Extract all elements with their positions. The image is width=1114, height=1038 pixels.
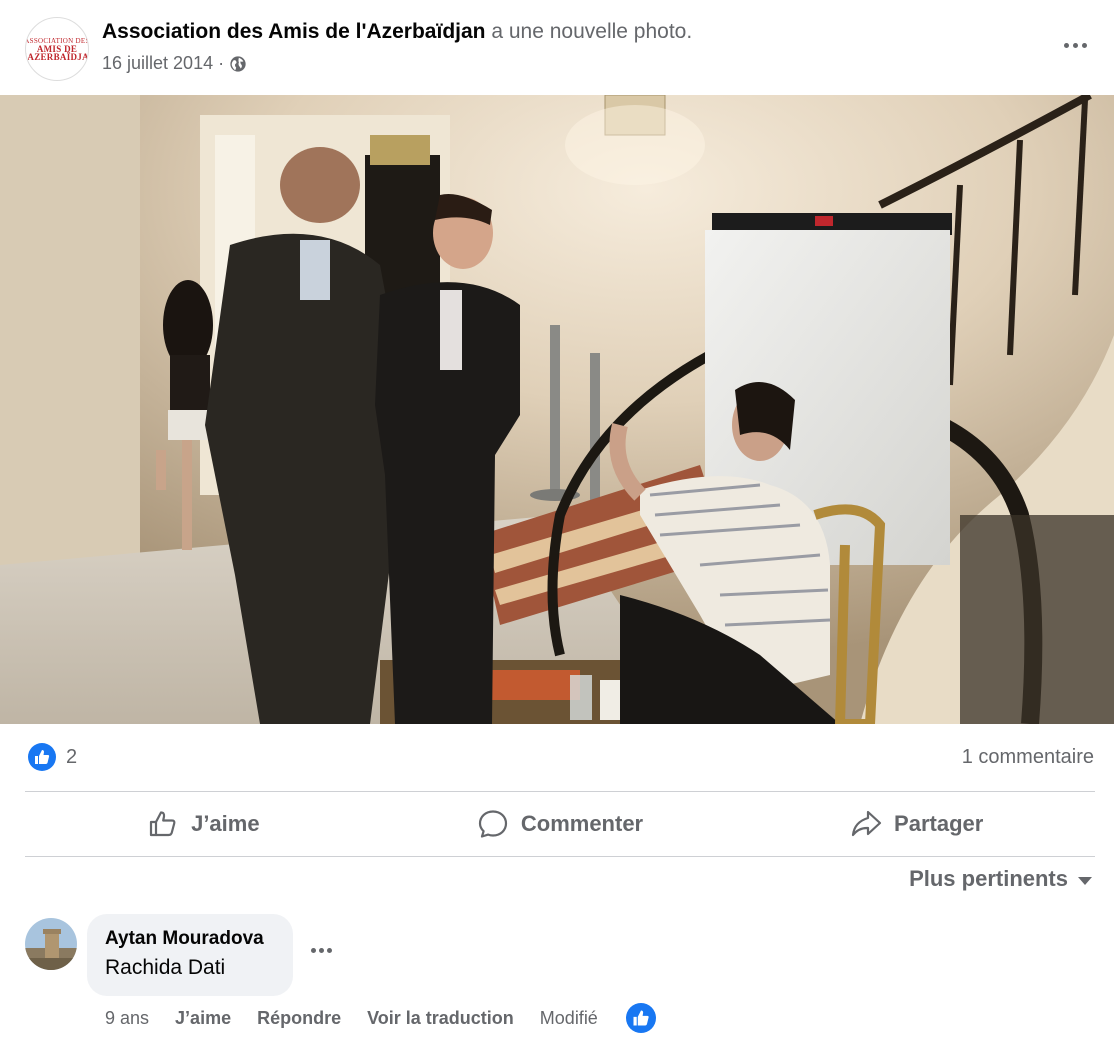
post-date[interactable]: 16 juillet 2014 — [102, 53, 213, 74]
dot — [319, 948, 324, 953]
dot — [311, 948, 316, 953]
page-name-link[interactable]: Association des Amis de l'Azerbaïdjan — [102, 20, 486, 43]
post-header: ASSOCIATION DES AMIS DE L'AZERBAÏDJAN As… — [25, 16, 1095, 82]
commenter-avatar[interactable] — [25, 918, 77, 970]
meta-separator: · — [218, 53, 225, 73]
reactions-summary[interactable]: 2 — [28, 742, 77, 772]
avatar-image — [25, 918, 77, 970]
comment-count-link[interactable]: 1 commentaire — [962, 746, 1094, 769]
share-button[interactable]: Partager — [738, 793, 1095, 855]
post-options-button[interactable] — [1055, 30, 1095, 60]
comment-bubble-icon — [478, 810, 507, 838]
dot — [1072, 42, 1078, 48]
comment-bubble: Aytan Mouradova Rachida Dati — [87, 914, 293, 996]
see-translation-button[interactable]: Voir la traduction — [367, 1008, 514, 1029]
post-meta: 16 juillet 2014 · — [102, 53, 247, 74]
comment-options-button[interactable] — [311, 948, 332, 953]
edited-label: Modifié — [539, 1007, 598, 1028]
post-title: Association des Amis de l'Azerbaïdjan a … — [102, 20, 692, 44]
dot — [1081, 42, 1087, 48]
post-photo[interactable] — [0, 95, 1114, 724]
comment-reply-button[interactable]: Répondre — [257, 1008, 341, 1029]
like-reaction-icon — [28, 743, 56, 771]
divider — [25, 856, 1095, 857]
dot — [1063, 42, 1069, 48]
page-logo: ASSOCIATION DES AMIS DE L'AZERBAÏDJAN — [25, 37, 89, 62]
sort-label: Plus pertinents — [909, 866, 1068, 891]
comment-text: Rachida Dati — [105, 956, 226, 979]
share-button-label: Partager — [894, 811, 984, 836]
comment-like-reaction-icon[interactable] — [625, 1003, 656, 1033]
post-action-text: a une nouvelle photo. — [491, 20, 693, 43]
page-avatar[interactable]: ASSOCIATION DES AMIS DE L'AZERBAÏDJAN — [25, 17, 89, 81]
post-actions-bar: J’aime Commenter Partager — [25, 793, 1095, 855]
comment-like-button[interactable]: J’aime — [175, 1008, 231, 1029]
comment-time[interactable]: 9 ans — [105, 1008, 149, 1029]
share-arrow-icon — [851, 810, 882, 837]
comment-button-label: Commenter — [520, 811, 644, 836]
comment-sort-dropdown[interactable]: Plus pertinents — [909, 866, 1092, 892]
comment-button[interactable]: Commenter — [382, 793, 739, 855]
comment-author-link[interactable]: Aytan Mouradova — [105, 928, 275, 950]
divider — [25, 791, 1095, 792]
like-button-label: J’aime — [191, 811, 260, 836]
dot — [327, 948, 332, 953]
reaction-count: 2 — [66, 745, 78, 768]
caret-down-icon — [1078, 876, 1092, 885]
globe-icon — [230, 55, 246, 72]
like-button[interactable]: J’aime — [25, 793, 382, 855]
thumbs-up-icon — [149, 811, 176, 837]
comment-meta: 9 ans J’aime Répondre Voir la traduction… — [105, 1003, 656, 1033]
photo-scene — [0, 95, 1114, 724]
